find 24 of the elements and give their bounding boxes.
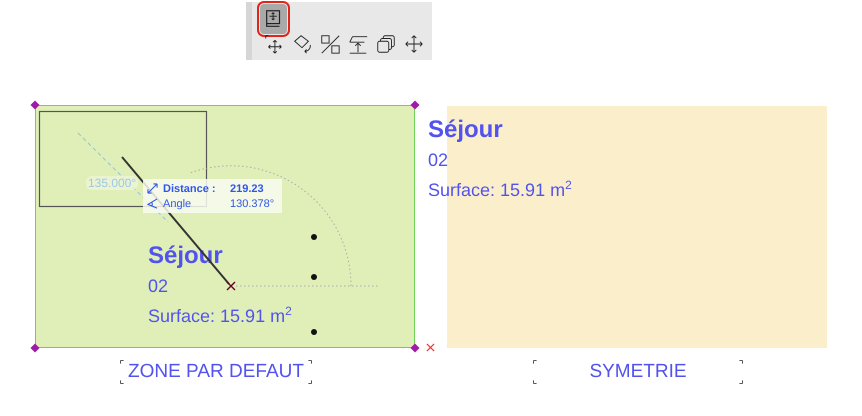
angle-label: 135.000° bbox=[86, 176, 138, 190]
zone-label: ZONE PAR DEFAUT bbox=[128, 361, 304, 383]
zone-area-text: Surface: 15.91 m$^{2}$ bbox=[148, 303, 292, 328]
zone-label: SYMETRIE bbox=[589, 361, 687, 383]
drag-icon bbox=[262, 32, 284, 54]
hotspot[interactable] bbox=[311, 234, 317, 240]
cursor-mark-icon bbox=[226, 281, 236, 291]
close-icon[interactable] bbox=[426, 343, 435, 352]
zone-number: 02 bbox=[148, 275, 168, 298]
angle-value: 130.378° bbox=[230, 198, 274, 210]
zone-name: Séjour bbox=[428, 115, 503, 145]
angle-label: Angle bbox=[163, 198, 192, 210]
mirror-icon bbox=[318, 32, 340, 54]
distance-icon bbox=[147, 183, 158, 194]
zone-number: 02 bbox=[428, 149, 448, 172]
hotspot[interactable] bbox=[311, 274, 317, 280]
edit-move-button[interactable] bbox=[260, 4, 287, 34]
zone-area-text: Surface: 15.91 m$^{2}$ bbox=[428, 177, 572, 202]
move-icon bbox=[402, 32, 424, 54]
distance-value: 219.23 bbox=[230, 182, 264, 194]
distance-label: Distance : bbox=[163, 182, 217, 194]
hotspot[interactable] bbox=[311, 329, 317, 335]
angle-icon bbox=[147, 198, 158, 209]
copies-icon bbox=[374, 32, 396, 54]
